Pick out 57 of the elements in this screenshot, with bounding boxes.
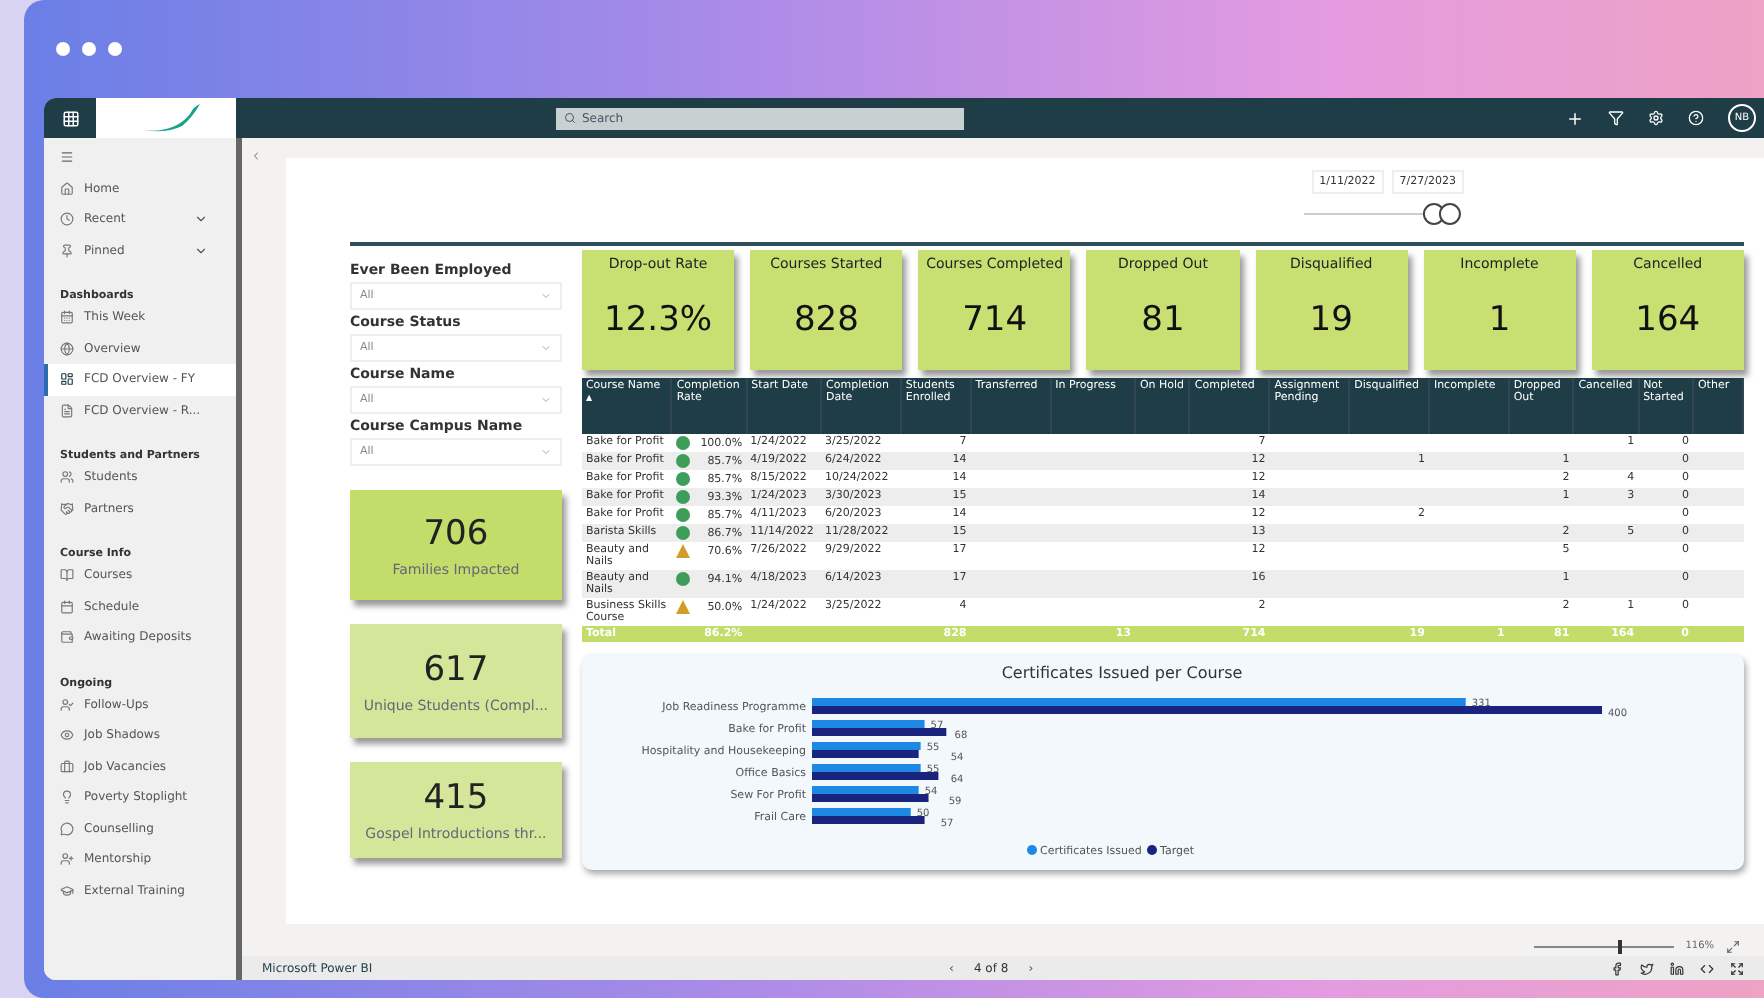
- document-icon: [60, 403, 74, 418]
- facebook-icon[interactable]: [1609, 961, 1624, 975]
- graduation-cap-icon: [60, 883, 74, 898]
- chevron-icon: [539, 446, 552, 458]
- dashboard-icon: [60, 372, 74, 387]
- window-dot[interactable]: [56, 42, 70, 56]
- chevron-icon: [539, 290, 552, 302]
- linkedin-icon[interactable]: [1669, 961, 1684, 975]
- user-plus-icon: [60, 852, 74, 867]
- slider-handles[interactable]: [1422, 203, 1461, 225]
- logo: [96, 98, 236, 138]
- fullscreen-icon[interactable]: [1729, 961, 1744, 975]
- search-icon: [564, 112, 576, 124]
- slider-thumb[interactable]: [1617, 939, 1622, 953]
- user-check-icon: [60, 697, 74, 712]
- metric-value: 617: [423, 649, 489, 689]
- embed-icon[interactable]: [1699, 961, 1714, 975]
- twitter-icon[interactable]: [1639, 961, 1654, 975]
- legend-dot: [1026, 845, 1037, 855]
- chevron-icon: [539, 394, 552, 406]
- window-dot[interactable]: [82, 42, 96, 56]
- briefcase-icon: [60, 759, 74, 774]
- metric-value: 706: [423, 513, 489, 553]
- kpi-value: 714: [962, 300, 1028, 340]
- home-icon: [60, 181, 74, 196]
- kpi-value: 81: [1141, 300, 1185, 340]
- kpi-value: 164: [1635, 300, 1701, 340]
- kpi-value: 828: [793, 300, 859, 340]
- chart-title: Certificates Issued per Course: [1001, 664, 1243, 682]
- lightbulb-icon: [60, 790, 74, 805]
- pin-icon: [60, 243, 74, 258]
- legend-dot: [1146, 845, 1157, 855]
- kpi-value: 1: [1488, 300, 1511, 340]
- add-icon[interactable]: [1566, 109, 1584, 127]
- date-range-slider[interactable]: [1304, 202, 1464, 226]
- calendar-icon: [60, 599, 74, 614]
- help-icon[interactable]: [1688, 110, 1704, 126]
- chevron-icon[interactable]: [194, 243, 208, 258]
- metric-value: 415: [423, 778, 489, 818]
- book-icon: [60, 568, 74, 583]
- wallet-icon: [60, 630, 74, 645]
- fit-page-icon[interactable]: [1726, 939, 1740, 953]
- menu-icon[interactable]: [60, 150, 74, 165]
- settings-icon[interactable]: [1648, 110, 1664, 126]
- window-dot[interactable]: [108, 42, 122, 56]
- filter-icon[interactable]: [1608, 110, 1624, 126]
- kpi-value: 19: [1309, 300, 1353, 340]
- clock-icon: [60, 212, 74, 227]
- people-icon: [60, 470, 74, 485]
- calendar-icon: [60, 310, 74, 325]
- chat-bubble-icon: [60, 821, 74, 836]
- handshake-icon: [60, 501, 74, 516]
- chevron-icon: [539, 342, 552, 354]
- eye-icon: [60, 728, 74, 743]
- chevron-icon[interactable]: [194, 212, 208, 227]
- globe-icon: [60, 341, 74, 356]
- kpi-value: 12.3%: [604, 300, 713, 340]
